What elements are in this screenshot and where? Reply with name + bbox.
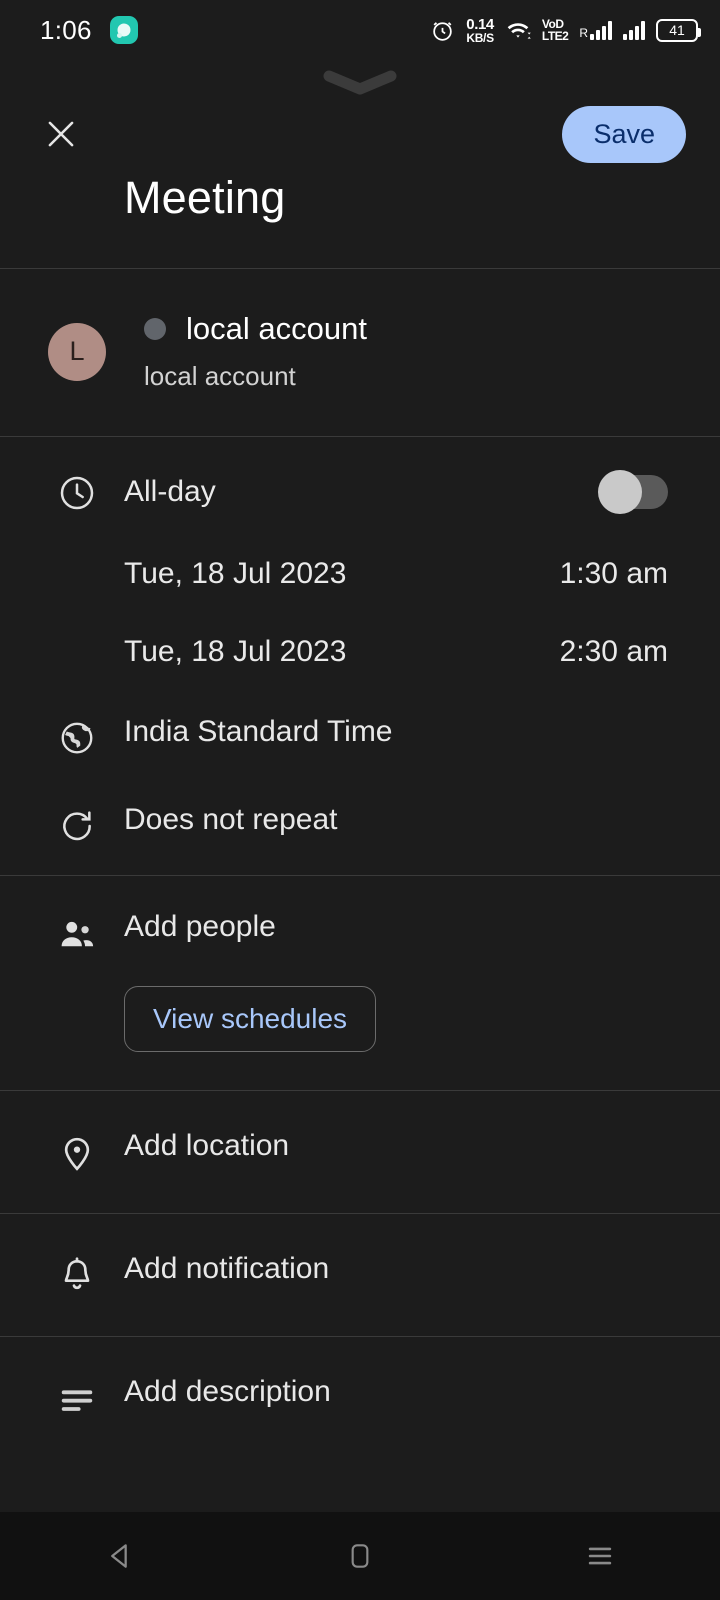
start-date[interactable]: Tue, 18 Jul 2023 (124, 557, 560, 591)
account-name-row: local account (144, 311, 367, 347)
status-bar-left: 1:06 (40, 15, 138, 46)
people-section: Add people View schedules (0, 876, 720, 1090)
account-name: local account (186, 311, 367, 346)
notification-section: Add notification (0, 1214, 720, 1336)
all-day-row[interactable]: All-day (0, 470, 720, 514)
data-rate-indicator: 0.14 KB/S (466, 17, 494, 44)
location-pin-icon (30, 1131, 124, 1173)
alarm-clock-icon (430, 18, 455, 43)
account-info: local account local account (144, 311, 367, 392)
recents-lines-icon[interactable] (540, 1512, 660, 1600)
add-location-row[interactable]: Add location (0, 1131, 720, 1173)
repeat-row[interactable]: Does not repeat (0, 805, 720, 845)
description-section: Add description (0, 1337, 720, 1459)
event-title[interactable]: Meeting (124, 172, 286, 224)
end-datetime-row[interactable]: Tue, 18 Jul 2023 2:30 am (0, 635, 720, 669)
close-icon[interactable] (38, 111, 84, 157)
music-app-icon (109, 16, 138, 44)
add-description-body: Add description (124, 1377, 690, 1407)
signal-bars-roaming-icon: R (579, 20, 612, 40)
editor-sections: L local account local account All-day Tu… (0, 268, 720, 1459)
toggle-thumb (598, 470, 642, 514)
android-navigation-bar (0, 1512, 720, 1600)
add-location-body: Add location (124, 1131, 690, 1161)
status-bar-clock: 1:06 (40, 14, 92, 45)
calendar-color-dot (144, 318, 166, 340)
add-description-label: Add description (124, 1375, 331, 1408)
wifi-icon (505, 19, 531, 41)
clock-icon (30, 471, 124, 513)
app-bar: Save (0, 98, 720, 170)
end-time[interactable]: 2:30 am (560, 635, 668, 669)
data-rate-unit: KB/S (466, 30, 494, 45)
description-lines-icon (30, 1377, 124, 1419)
signal-bars-icon (623, 20, 645, 40)
all-day-label: All-day (124, 475, 216, 508)
view-schedules-button[interactable]: View schedules (124, 986, 377, 1052)
chevron-down-icon[interactable] (321, 70, 399, 96)
status-bar: 1:06 0.14 KB/S VoD LTE2 R 41 (0, 0, 720, 60)
repeat-label: Does not repeat (124, 803, 338, 836)
home-square-icon[interactable] (300, 1512, 420, 1600)
account-subtitle: local account (144, 361, 296, 391)
status-bar-right: 0.14 KB/S VoD LTE2 R 41 (430, 17, 701, 44)
data-rate-value: 0.14 (466, 15, 494, 33)
start-datetime-row[interactable]: Tue, 18 Jul 2023 1:30 am (0, 557, 720, 591)
time-section: All-day Tue, 18 Jul 2023 1:30 am Tue, 18… (0, 437, 720, 875)
location-section: Add location (0, 1091, 720, 1213)
globe-icon (30, 717, 124, 757)
timezone-row[interactable]: India Standard Time (0, 717, 720, 757)
account-section[interactable]: L local account local account (0, 269, 720, 436)
add-notification-body: Add notification (124, 1254, 690, 1284)
all-day-toggle[interactable] (598, 470, 668, 514)
save-button[interactable]: Save (562, 105, 686, 163)
add-people-row[interactable]: Add people (0, 912, 720, 956)
people-icon (30, 912, 124, 956)
bell-icon (30, 1254, 124, 1296)
timezone-body: India Standard Time (124, 717, 690, 747)
battery-level: 41 (669, 22, 685, 38)
timezone-label: India Standard Time (124, 715, 393, 748)
add-notification-label: Add notification (124, 1252, 330, 1285)
start-time[interactable]: 1:30 am (560, 557, 668, 591)
roaming-label: R (579, 26, 588, 40)
end-date[interactable]: Tue, 18 Jul 2023 (124, 635, 560, 669)
avatar: L (48, 322, 106, 381)
add-location-label: Add location (124, 1129, 290, 1162)
account-row[interactable]: L local account local account (0, 311, 720, 392)
view-schedules-wrapper: View schedules (0, 956, 720, 1052)
calendar-event-editor-screen: 1:06 0.14 KB/S VoD LTE2 R 41 Save Meetin… (0, 0, 720, 1600)
battery-icon: 41 (656, 18, 701, 42)
back-triangle-icon[interactable] (60, 1512, 180, 1600)
repeat-body: Does not repeat (124, 805, 690, 835)
repeat-icon (30, 805, 124, 845)
volte-line-2: LTE2 (541, 29, 569, 43)
add-notification-row[interactable]: Add notification (0, 1254, 720, 1296)
volte-indicator: VoD LTE2 (541, 18, 569, 43)
add-people-label: Add people (124, 910, 276, 943)
add-description-row[interactable]: Add description (0, 1377, 720, 1419)
add-people-body: Add people (124, 912, 690, 942)
